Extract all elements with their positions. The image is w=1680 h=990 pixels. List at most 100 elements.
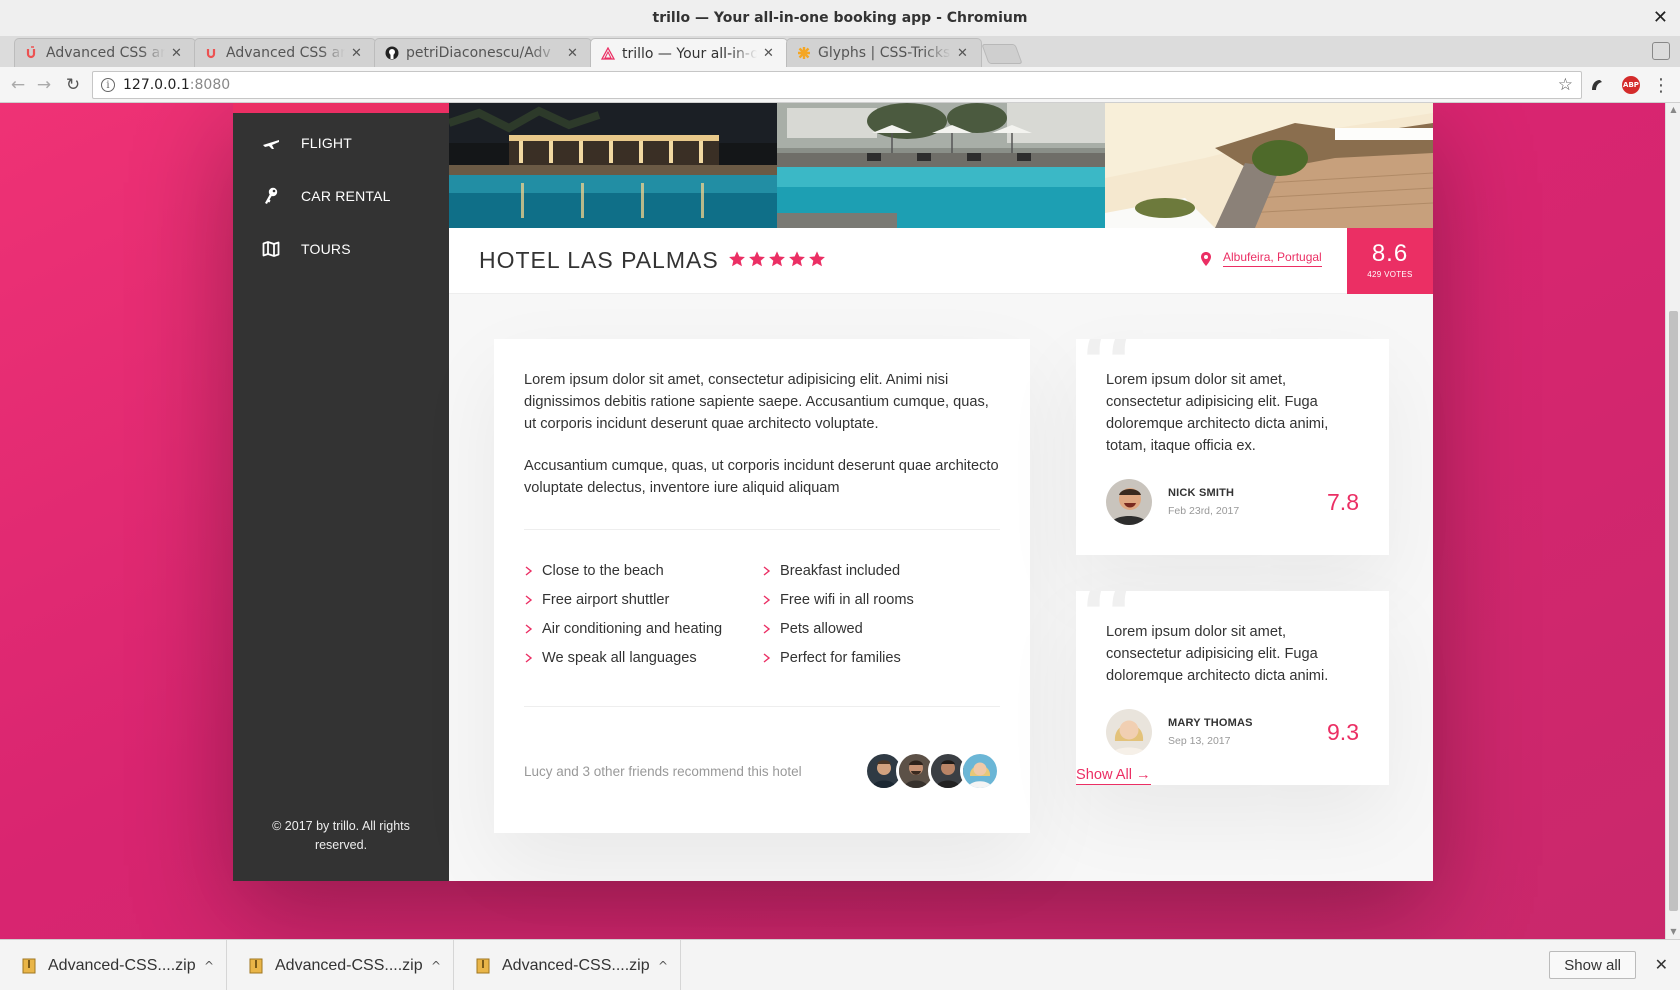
- chevron-up-icon[interactable]: ^: [204, 959, 214, 973]
- sidebar-item-car-rental[interactable]: CAR RENTAL: [233, 169, 449, 222]
- bookmark-star-icon[interactable]: ☆: [1558, 75, 1573, 95]
- address-bar[interactable]: i 127.0.0.1:8080 ☆: [92, 71, 1582, 99]
- review-user: MARY THOMAS Sep 13, 2017 9.3: [1106, 709, 1359, 755]
- css-tricks-icon: [797, 46, 811, 60]
- download-item[interactable]: Advanced-CSS....zip ^: [0, 940, 227, 990]
- chevron-right-icon: [763, 566, 771, 576]
- avatar: [1106, 479, 1152, 525]
- tab-close-icon[interactable]: ✕: [957, 46, 971, 61]
- sidebar-item-tours[interactable]: TOURS: [233, 222, 449, 275]
- adblock-plus-icon[interactable]: ABP: [1622, 76, 1640, 94]
- scroll-thumb[interactable]: [1669, 311, 1678, 911]
- app-container: FLIGHT CAR RENTAL TOURS © 2017 by trillo…: [233, 103, 1433, 881]
- tab-trillo[interactable]: trillo — Your all-in-o ✕: [590, 38, 788, 68]
- review-name: MARY THOMAS: [1168, 717, 1253, 729]
- sidebar-item-flight[interactable]: FLIGHT: [233, 116, 449, 169]
- feature-item: Breakfast included: [762, 560, 1000, 582]
- map-icon: [261, 239, 281, 259]
- divider: [524, 706, 1000, 707]
- new-tab-button[interactable]: [981, 44, 1023, 64]
- download-name: Advanced-CSS....zip: [502, 956, 650, 974]
- feature-label: Perfect for families: [780, 650, 901, 666]
- sidebar-accent-bar: [233, 103, 449, 113]
- review-rating: 7.8: [1327, 488, 1359, 515]
- extension-icon[interactable]: [1588, 76, 1606, 94]
- udemy-icon: [25, 46, 39, 60]
- review-text: Lorem ipsum dolor sit amet, consectetur …: [1106, 372, 1329, 454]
- window-titlebar: trillo — Your all-in-one booking app - C…: [0, 0, 1680, 36]
- scroll-up-icon[interactable]: ▲: [1669, 105, 1678, 115]
- tab-close-icon[interactable]: ✕: [351, 46, 365, 61]
- chevron-right-icon: [763, 624, 771, 634]
- chevron-up-icon[interactable]: ^: [658, 959, 668, 973]
- tab-github[interactable]: petriDiaconescu/Adv ✕: [374, 38, 592, 67]
- window-title: trillo — Your all-in-one booking app - C…: [652, 10, 1028, 26]
- close-icon[interactable]: ✕: [1655, 955, 1668, 974]
- review-user: NICK SMITH Feb 23rd, 2017 7.8: [1106, 479, 1359, 525]
- trillo-icon: [601, 46, 615, 61]
- back-arrow-icon[interactable]: ←: [8, 75, 28, 95]
- download-shelf: Advanced-CSS....zip ^ Advanced-CSS....zi…: [0, 939, 1680, 990]
- tab-label: trillo — Your all-in-o: [622, 45, 757, 62]
- feature-label: Free wifi in all rooms: [780, 592, 914, 608]
- feature-item: Air conditioning and heating: [524, 618, 762, 640]
- gallery-photo-night-pool[interactable]: [449, 103, 777, 228]
- tab-advanced-css-2[interactable]: Advanced CSS and S ✕: [194, 38, 376, 67]
- tab-close-icon[interactable]: ✕: [171, 46, 185, 61]
- tab-label: Glyphs | CSS-Tricks: [818, 45, 951, 61]
- hotel-gallery: [449, 103, 1433, 228]
- zip-file-icon: [22, 958, 36, 973]
- hotel-location-link[interactable]: Albufeira, Portugal: [1199, 250, 1322, 267]
- tab-close-icon[interactable]: ✕: [567, 46, 581, 61]
- tab-advanced-css-1[interactable]: Advanced CSS and S ✕: [14, 38, 196, 67]
- hotel-view: HOTEL LAS PALMAS Albufeira, Portugal 8.6…: [449, 103, 1433, 881]
- tab-label: petriDiaconescu/Adv: [406, 45, 551, 61]
- location-pin-icon: [1201, 251, 1211, 266]
- tab-css-tricks[interactable]: Glyphs | CSS-Tricks ✕: [786, 38, 982, 67]
- review-card: “ Lorem ipsum dolor sit amet, consectetu…: [1076, 339, 1389, 555]
- info-icon[interactable]: i: [101, 78, 115, 92]
- page-viewport: FLIGHT CAR RENTAL TOURS © 2017 by trillo…: [0, 103, 1665, 939]
- chevron-right-icon: [763, 653, 771, 663]
- gallery-photo-day-pool[interactable]: [777, 103, 1105, 228]
- gallery-photo-terrace[interactable]: [1105, 103, 1433, 228]
- window-close-icon[interactable]: ✕: [1653, 7, 1668, 28]
- download-item[interactable]: Advanced-CSS....zip ^: [227, 940, 454, 990]
- reload-icon[interactable]: ↻: [63, 75, 83, 95]
- url-host: 127.0.0.1: [123, 77, 190, 93]
- review-text: Lorem ipsum dolor sit amet, consectetur …: [1106, 624, 1329, 684]
- avatar[interactable]: [960, 751, 1000, 791]
- review-date: Feb 23rd, 2017: [1168, 505, 1240, 517]
- tab-label: Advanced CSS and S: [46, 45, 165, 61]
- menu-dots-icon[interactable]: ⋮: [1652, 75, 1670, 96]
- show-all-downloads-button[interactable]: Show all: [1549, 951, 1636, 979]
- chevron-up-icon[interactable]: ^: [431, 959, 441, 973]
- github-icon: [385, 46, 399, 60]
- key-icon: [261, 186, 281, 206]
- star-icon: [769, 251, 785, 267]
- scroll-down-icon[interactable]: ▼: [1669, 927, 1678, 937]
- zip-file-icon: [249, 958, 263, 973]
- page-scrollbar[interactable]: ▲ ▼: [1665, 103, 1680, 939]
- hotel-stars: [728, 250, 826, 268]
- forward-arrow-icon[interactable]: →: [34, 75, 54, 95]
- show-all-reviews-link[interactable]: Show All →: [1076, 767, 1151, 785]
- profile-icon[interactable]: [1652, 42, 1670, 60]
- tab-close-icon[interactable]: ✕: [763, 46, 777, 61]
- feature-label: We speak all languages: [542, 650, 697, 666]
- hotel-location: Albufeira, Portugal: [1223, 250, 1322, 267]
- feature-item: Free airport shuttler: [524, 589, 762, 611]
- feature-label: Air conditioning and heating: [542, 621, 723, 637]
- review-date: Sep 13, 2017: [1168, 735, 1231, 747]
- star-icon: [809, 251, 825, 267]
- feature-label: Close to the beach: [542, 563, 664, 579]
- chevron-right-icon: [525, 595, 533, 605]
- download-item[interactable]: Advanced-CSS....zip ^: [454, 940, 681, 990]
- description-paragraph: Accusantium cumque, quas, ut corporis in…: [524, 458, 999, 496]
- sidebar: FLIGHT CAR RENTAL TOURS © 2017 by trillo…: [233, 103, 449, 881]
- rating-count: 429 VOTES: [1367, 270, 1413, 279]
- feature-label: Free airport shuttler: [542, 592, 670, 608]
- sidebar-item-label: FLIGHT: [301, 134, 352, 151]
- chevron-right-icon: [525, 624, 533, 634]
- features-list: Close to the beach Breakfast included Free…: [524, 560, 1000, 669]
